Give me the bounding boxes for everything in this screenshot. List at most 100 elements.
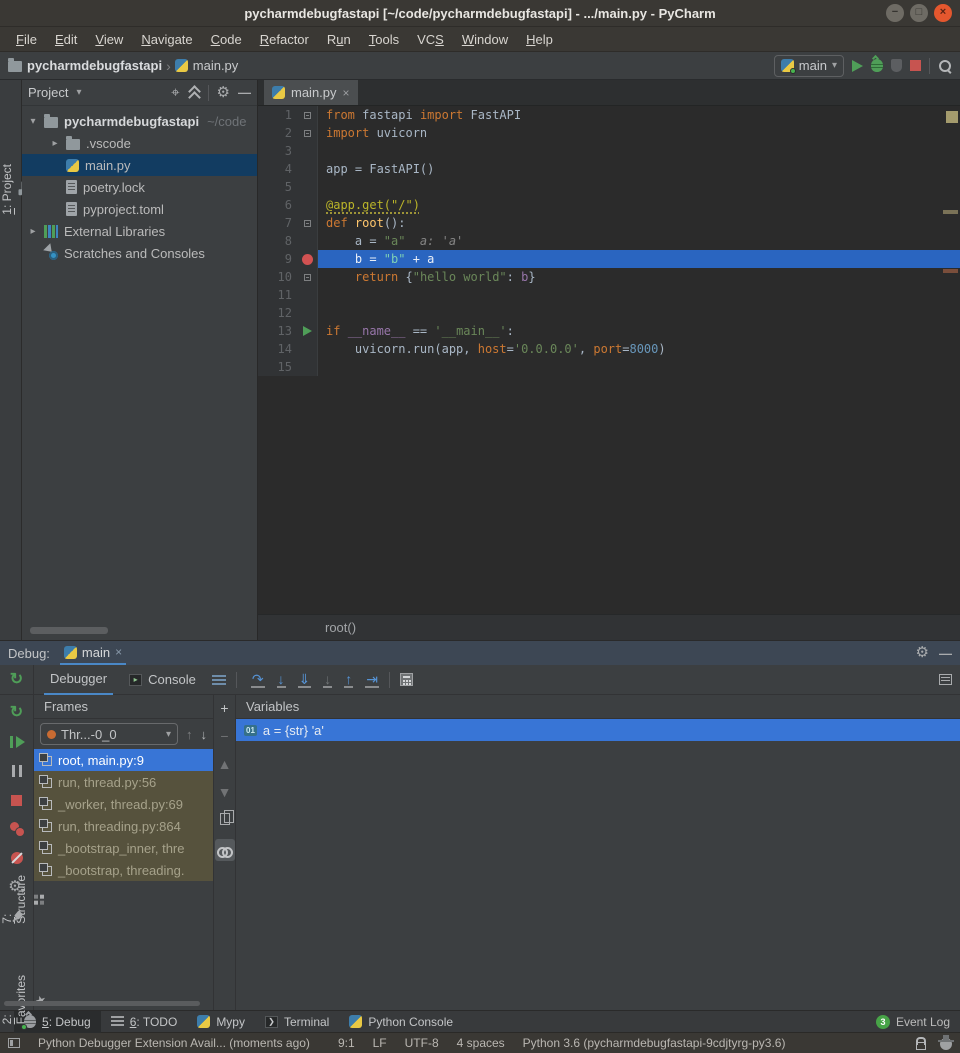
tree-item-poetry-lock[interactable]: poetry.lock — [22, 176, 257, 198]
previous-frame-icon[interactable]: ↑ — [186, 727, 193, 742]
gutter-icon-slot[interactable] — [298, 232, 318, 250]
thread-select[interactable]: Thr...-0_0 ▾ — [40, 723, 178, 745]
gutter-icon-slot[interactable] — [298, 214, 318, 232]
menu-view[interactable]: View — [87, 30, 131, 49]
inspection-indicator[interactable] — [946, 111, 958, 123]
code-text[interactable]: @app.get("/") — [318, 196, 960, 214]
code-text[interactable] — [318, 178, 960, 196]
menu-edit[interactable]: Edit — [47, 30, 85, 49]
line-separator[interactable]: LF — [373, 1036, 387, 1050]
code-line-14[interactable]: 14 uvicorn.run(app, host='0.0.0.0', port… — [258, 340, 960, 358]
menu-vcs[interactable]: VCS — [409, 30, 452, 49]
gutter-icon-slot[interactable] — [298, 106, 318, 124]
show-watches-icon[interactable] — [215, 839, 235, 861]
rerun-icon[interactable]: ↻ — [10, 673, 23, 687]
run-to-cursor-icon[interactable]: ⇥ — [365, 672, 379, 688]
code-text[interactable]: from fastapi import FastAPI — [318, 106, 960, 124]
tab-debugger[interactable]: Debugger — [44, 665, 113, 695]
code-line-6[interactable]: 6 @app.get("/") — [258, 196, 960, 214]
horizontal-scrollbar[interactable] — [30, 627, 108, 634]
fold-marker-icon[interactable] — [304, 112, 311, 119]
code-text[interactable]: a = "a" a: 'a' — [318, 232, 960, 250]
debugger-settings-icon[interactable]: ⚙▾ — [8, 880, 24, 895]
gutter-icon-slot[interactable] — [298, 340, 318, 358]
line-number[interactable]: 15 — [258, 358, 298, 376]
tool-window-switcher-icon[interactable] — [8, 1038, 20, 1048]
menu-refactor[interactable]: Refactor — [252, 30, 317, 49]
tool-window-tab-6-todo[interactable]: 6: TODO — [101, 1011, 188, 1033]
line-number[interactable]: 6 — [258, 196, 298, 214]
breadcrumb-method[interactable]: root() — [325, 620, 356, 635]
hide-panel-icon[interactable]: — — [939, 646, 952, 661]
tree-arrow-icon[interactable]: ▸ — [48, 138, 62, 149]
fold-marker-icon[interactable] — [304, 274, 311, 281]
run-with-coverage-button[interactable] — [891, 59, 902, 72]
variable-row[interactable]: 01a = {str} 'a' — [236, 719, 960, 741]
gutter-icon-slot[interactable] — [298, 160, 318, 178]
line-number[interactable]: 13 — [258, 322, 298, 340]
code-line-13[interactable]: 13 if __name__ == '__main__': — [258, 322, 960, 340]
gear-icon[interactable]: ⚙ — [217, 86, 230, 100]
code-text[interactable]: import uvicorn — [318, 124, 960, 142]
code-line-12[interactable]: 12 — [258, 304, 960, 322]
stop-button[interactable] — [910, 60, 921, 71]
resume-icon[interactable] — [10, 736, 24, 748]
code-editor[interactable]: 1from fastapi import FastAPI2import uvic… — [258, 106, 960, 614]
code-text[interactable]: app = FastAPI() — [318, 160, 960, 178]
event-log-button[interactable]: 3Event Log — [876, 1015, 960, 1029]
line-number[interactable]: 8 — [258, 232, 298, 250]
maximize-button[interactable]: □ — [910, 4, 928, 22]
line-number[interactable]: 14 — [258, 340, 298, 358]
tab-console[interactable]: ▸ Console — [123, 665, 202, 695]
frame-row[interactable]: root, main.py:9 — [34, 749, 213, 771]
menu-run[interactable]: Run — [319, 30, 359, 49]
code-line-5[interactable]: 5 — [258, 178, 960, 196]
highlighting-level-icon[interactable] — [940, 1038, 952, 1050]
frame-row[interactable]: _bootstrap, threading. — [34, 859, 213, 881]
remove-watch-icon[interactable]: − — [220, 729, 228, 743]
add-watch-icon[interactable]: + — [220, 701, 228, 715]
encoding[interactable]: UTF-8 — [405, 1036, 439, 1050]
debug-session-tab[interactable]: main × — [60, 641, 126, 665]
caret-position[interactable]: 9:1 — [338, 1036, 355, 1050]
chevron-down-icon[interactable]: ▾ — [76, 87, 81, 98]
line-number[interactable]: 9 — [258, 250, 298, 268]
close-icon[interactable]: × — [343, 86, 350, 100]
code-line-4[interactable]: 4 app = FastAPI() — [258, 160, 960, 178]
stop-icon[interactable] — [11, 795, 22, 806]
tool-window-button-project[interactable]: 1: Project — [0, 164, 22, 215]
gutter-icon-slot[interactable] — [298, 250, 318, 268]
status-message[interactable]: Python Debugger Extension Avail... (mome… — [38, 1036, 310, 1050]
gear-icon[interactable]: ⚙ — [916, 646, 929, 660]
code-text[interactable] — [318, 286, 960, 304]
gutter-icon-slot[interactable] — [298, 124, 318, 142]
tree-arrow-icon[interactable]: ▾ — [26, 116, 40, 127]
pin-icon[interactable] — [8, 909, 25, 926]
tree-item-pycharmdebugfastapi[interactable]: ▾pycharmdebugfastapi~/code — [22, 110, 257, 132]
search-everywhere-button[interactable] — [938, 59, 952, 73]
frame-row[interactable]: run, threading.py:864 — [34, 815, 213, 837]
code-text[interactable]: if __name__ == '__main__': — [318, 322, 960, 340]
collapse-all-icon[interactable] — [188, 87, 200, 99]
next-frame-icon[interactable]: ↓ — [201, 727, 208, 742]
gutter-icon-slot[interactable] — [298, 142, 318, 160]
warning-stripe-mark[interactable] — [943, 210, 958, 214]
gutter-icon-slot[interactable] — [298, 358, 318, 376]
breadcrumb-item[interactable]: pycharmdebugfastapi — [27, 58, 162, 73]
close-icon[interactable]: × — [115, 645, 122, 659]
line-number[interactable]: 11 — [258, 286, 298, 304]
code-text[interactable]: uvicorn.run(app, host='0.0.0.0', port=80… — [318, 340, 960, 358]
code-text[interactable]: def root(): — [318, 214, 960, 232]
locate-icon[interactable]: ⌖ — [171, 86, 179, 100]
line-number[interactable]: 3 — [258, 142, 298, 160]
code-text[interactable]: b = "b" + a — [318, 250, 960, 268]
line-number[interactable]: 1 — [258, 106, 298, 124]
code-line-11[interactable]: 11 — [258, 286, 960, 304]
code-line-15[interactable]: 15 — [258, 358, 960, 376]
gutter-icon-slot[interactable] — [298, 196, 318, 214]
layout-settings-icon[interactable] — [212, 675, 226, 685]
code-line-8[interactable]: 8 a = "a" a: 'a' — [258, 232, 960, 250]
line-number[interactable]: 4 — [258, 160, 298, 178]
frame-row[interactable]: run, thread.py:56 — [34, 771, 213, 793]
line-number[interactable]: 12 — [258, 304, 298, 322]
